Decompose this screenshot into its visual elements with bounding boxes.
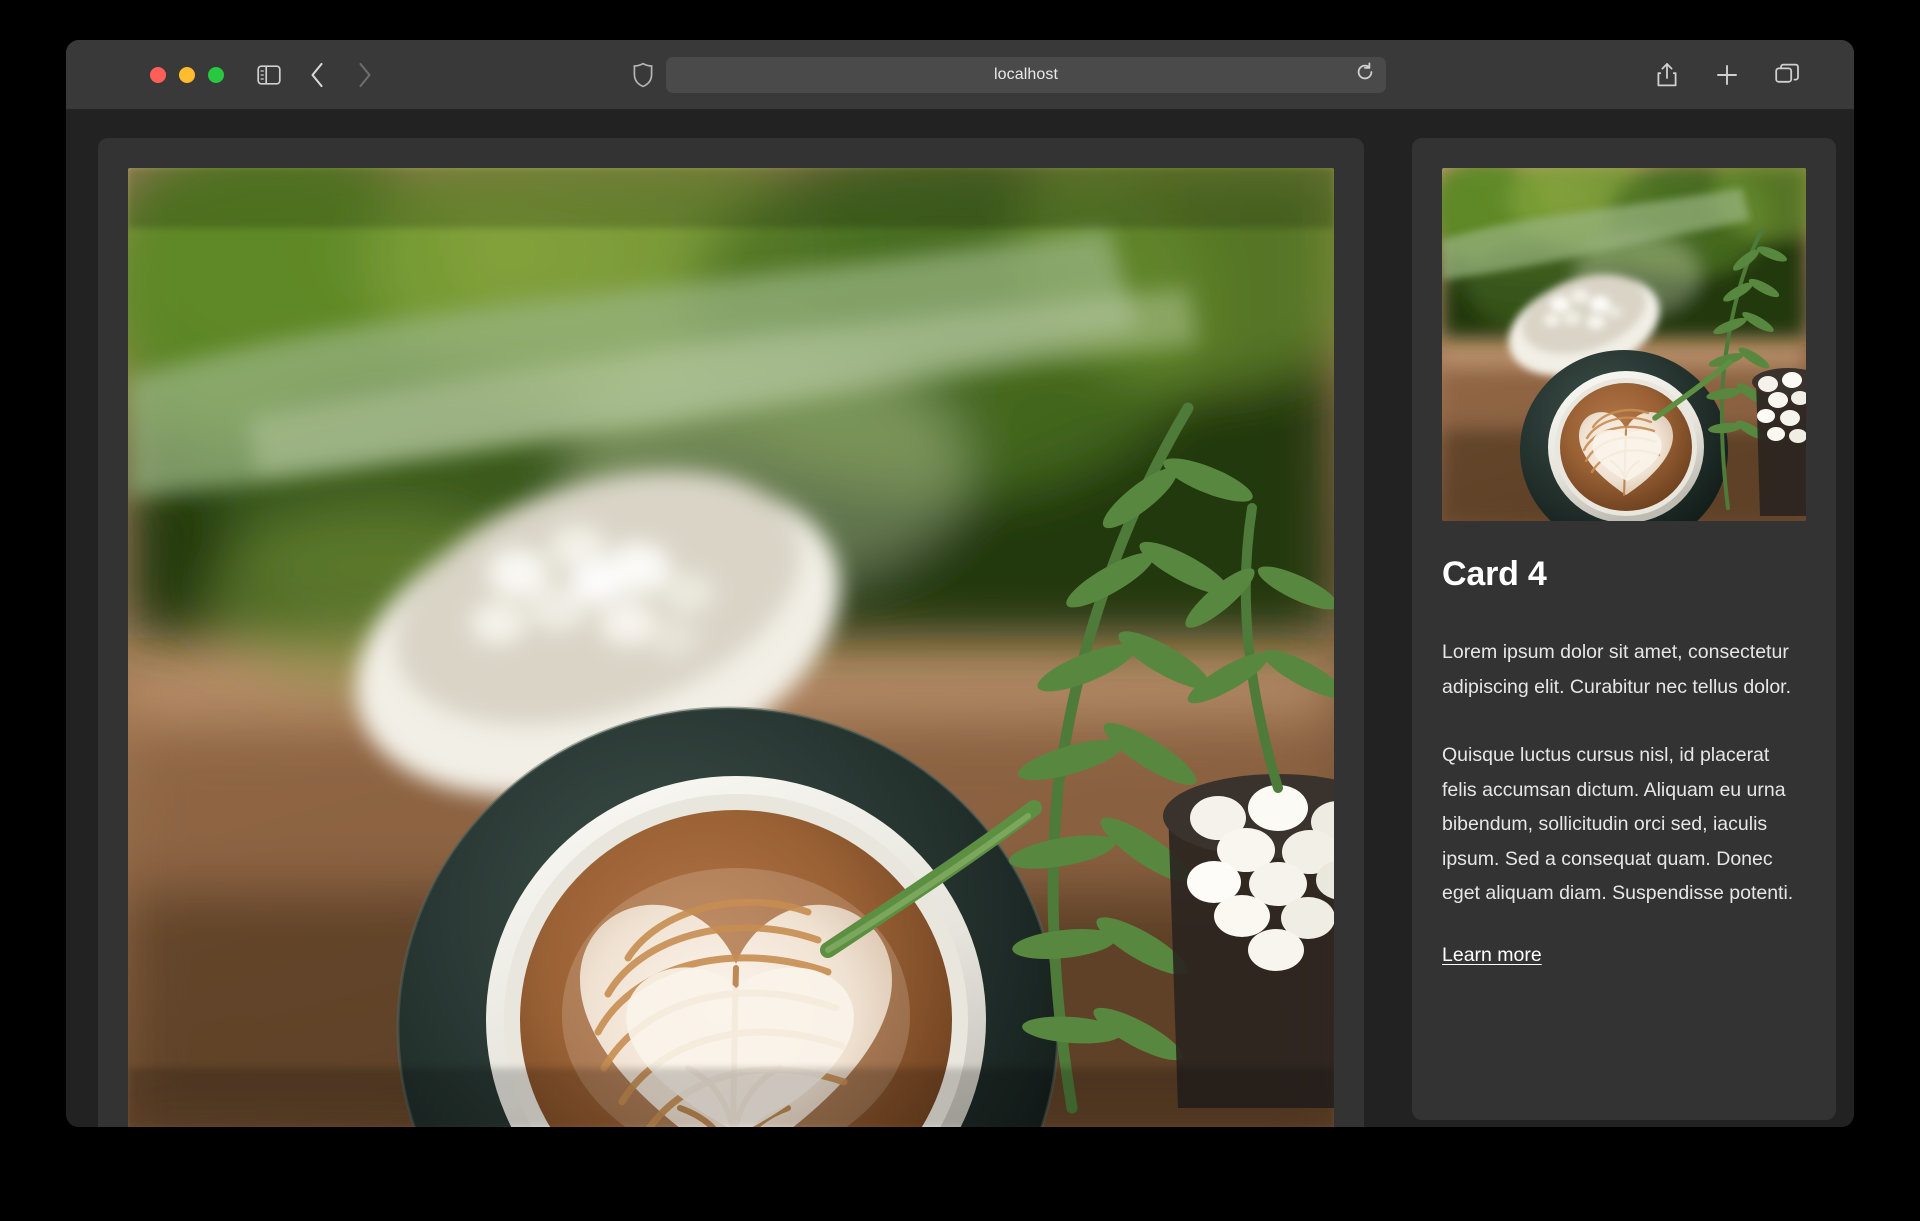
tab-overview-icon (1774, 63, 1800, 87)
hero-image (128, 168, 1334, 1127)
close-window-button[interactable] (150, 66, 166, 83)
address-input[interactable]: localhost (666, 56, 1386, 93)
traffic-lights (150, 66, 224, 83)
card-body: Lorem ipsum dolor sit amet, consectetur … (1442, 635, 1806, 911)
address-bar-area: localhost (632, 56, 1386, 93)
card-thumbnail-image (1442, 168, 1806, 521)
card-paragraph-1: Lorem ipsum dolor sit amet, consectetur … (1442, 641, 1792, 698)
card-title: Card 4 (1442, 555, 1547, 593)
share-button[interactable] (1646, 56, 1688, 94)
chevron-right-icon (357, 62, 373, 88)
page-content: Card 4 Lorem ipsum dolor sit amet, conse… (66, 110, 1854, 1127)
sidebar-icon (257, 64, 281, 85)
shield-icon[interactable] (632, 62, 654, 88)
browser-window: localhost Card 4 Lorem ipsum dolor sit a… (66, 40, 1854, 1127)
navigation-controls (248, 56, 386, 94)
toolbar-right-actions (1646, 56, 1808, 94)
zoom-window-button[interactable] (208, 66, 224, 83)
forward-button[interactable] (344, 56, 386, 94)
browser-toolbar: localhost (66, 40, 1854, 110)
card-panel: Card 4 Lorem ipsum dolor sit amet, conse… (1412, 138, 1836, 1120)
plus-icon (1715, 63, 1739, 87)
tab-overview-button[interactable] (1766, 56, 1808, 94)
sidebar-toggle-button[interactable] (248, 56, 290, 94)
reload-button[interactable] (1352, 62, 1378, 88)
card-paragraph-2: Quisque luctus cursus nisl, id placerat … (1442, 744, 1794, 905)
address-text: localhost (993, 65, 1059, 83)
back-button[interactable] (296, 56, 338, 94)
learn-more-link[interactable]: Learn more (1442, 944, 1542, 967)
main-image-panel (98, 138, 1364, 1127)
share-icon (1656, 62, 1678, 88)
chevron-left-icon (309, 62, 325, 88)
new-tab-button[interactable] (1706, 56, 1748, 94)
reload-icon (1355, 62, 1375, 87)
minimize-window-button[interactable] (179, 66, 195, 83)
